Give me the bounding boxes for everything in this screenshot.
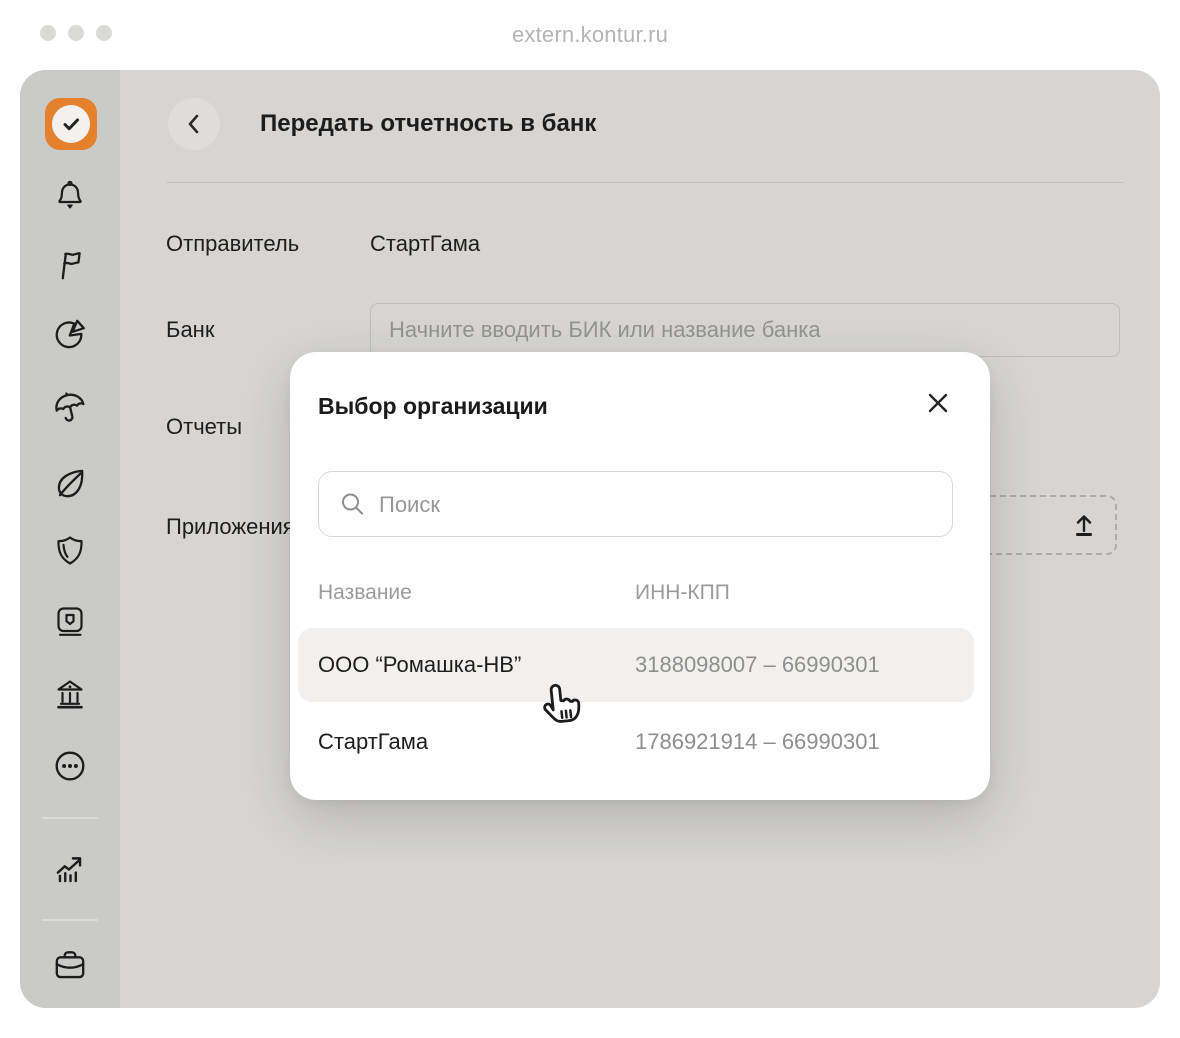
umbrella-icon[interactable]	[51, 389, 89, 427]
org-select-modal: Выбор организации Название ИНН-КПП ООО “…	[290, 352, 990, 800]
address-url: extern.kontur.ru	[0, 22, 1180, 48]
briefcase-icon[interactable]	[51, 947, 89, 985]
ellipsis-circle-icon[interactable]	[51, 747, 89, 785]
browser-titlebar: extern.kontur.ru	[0, 0, 1180, 70]
org-search	[318, 471, 953, 537]
back-button[interactable]	[168, 98, 220, 150]
org-inn-kpp: 3188098007 – 66990301	[635, 652, 880, 678]
page-title: Передать отчетность в банк	[260, 110, 596, 138]
column-header-name: Название	[318, 580, 412, 606]
logo-disc	[52, 105, 90, 143]
leaf-icon[interactable]	[51, 464, 89, 502]
growth-chart-icon[interactable]	[51, 851, 89, 889]
reports-label: Отчеты	[166, 414, 242, 440]
modal-title: Выбор организации	[318, 393, 548, 420]
sidebar-divider	[42, 919, 98, 921]
attachments-label: Приложения	[166, 514, 295, 540]
bell-icon[interactable]	[51, 178, 89, 216]
org-name: СтартГама	[318, 729, 428, 755]
org-row-startgama[interactable]: СтартГама 1786921914 – 66990301	[298, 702, 974, 776]
sender-label: Отправитель	[166, 231, 299, 257]
shield-icon[interactable]	[51, 532, 89, 570]
sender-value: СтартГама	[370, 231, 480, 257]
flag-icon[interactable]	[51, 246, 89, 284]
book-icon[interactable]	[51, 603, 89, 641]
bank-label: Банк	[166, 317, 214, 343]
close-icon	[925, 390, 951, 416]
pie-chart-icon[interactable]	[51, 314, 89, 352]
column-header-inn: ИНН-КПП	[635, 580, 730, 606]
header-divider	[166, 182, 1124, 183]
app-window: extern.kontur.ru	[0, 0, 1180, 1038]
org-inn-kpp: 1786921914 – 66990301	[635, 729, 880, 755]
sidebar-divider	[42, 817, 98, 819]
close-button[interactable]	[920, 385, 956, 421]
org-row-romashka[interactable]: ООО “Ромашка-НВ” 3188098007 – 66990301	[298, 628, 974, 702]
org-name: ООО “Ромашка-НВ”	[318, 652, 521, 678]
bank-input[interactable]	[370, 303, 1120, 357]
sidebar	[20, 70, 120, 1008]
upload-icon	[1069, 510, 1099, 540]
bank-icon[interactable]	[51, 675, 89, 713]
search-input[interactable]	[377, 472, 941, 538]
search-icon	[339, 491, 366, 518]
logo-check-icon[interactable]	[45, 98, 97, 150]
